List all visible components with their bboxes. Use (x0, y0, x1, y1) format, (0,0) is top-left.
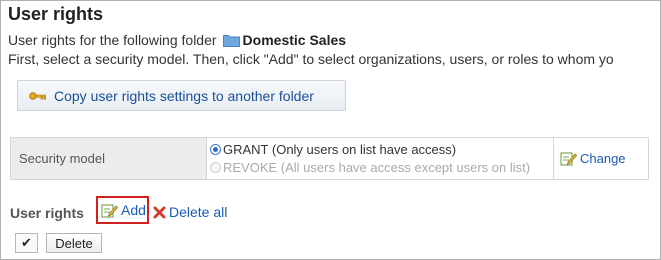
grant-option-label: GRANT (Only users on list have access) (223, 142, 457, 157)
folder-intro-line: User rights for the following folder Dom… (8, 32, 346, 48)
delete-button[interactable]: Delete (46, 233, 102, 253)
add-label: Add (121, 202, 146, 218)
delete-x-icon (153, 206, 166, 219)
copy-user-rights-button[interactable]: Copy user rights settings to another fol… (17, 80, 346, 111)
delete-all-label: Delete all (169, 204, 228, 220)
revoke-radio (210, 162, 221, 173)
security-model-options: GRANT (Only users on list have access) R… (206, 137, 554, 180)
change-label: Change (580, 151, 626, 166)
key-icon (29, 91, 47, 101)
change-cell: Change (553, 137, 649, 180)
folder-intro-text: User rights for the following folder (8, 32, 217, 48)
folder-icon (222, 34, 240, 47)
revoke-option: REVOKE (All users have access except use… (210, 159, 553, 177)
instruction-text: First, select a security model. Then, cl… (8, 51, 614, 67)
delete-all-link[interactable]: Delete all (153, 204, 227, 220)
security-model-label: Security model (10, 137, 207, 180)
folder-name: Domestic Sales (242, 32, 347, 48)
select-all-checkmark-button[interactable]: ✔ (15, 233, 38, 253)
delete-button-label: Delete (55, 235, 93, 251)
main-panel: User rights User rights for the followin… (0, 0, 661, 260)
checkmark-icon: ✔ (21, 235, 32, 250)
security-model-table: Security model GRANT (Only users on list… (10, 137, 649, 180)
add-edit-icon (101, 203, 118, 218)
user-rights-heading: User rights (10, 205, 84, 221)
change-link[interactable]: Change (560, 151, 648, 166)
edit-icon (560, 151, 577, 166)
grant-radio[interactable] (210, 144, 221, 155)
grant-option[interactable]: GRANT (Only users on list have access) (210, 141, 553, 159)
copy-user-rights-label: Copy user rights settings to another fol… (54, 87, 314, 104)
add-button[interactable]: Add (96, 196, 149, 224)
revoke-option-label: REVOKE (All users have access except use… (223, 160, 531, 175)
page-title: User rights (8, 4, 104, 24)
